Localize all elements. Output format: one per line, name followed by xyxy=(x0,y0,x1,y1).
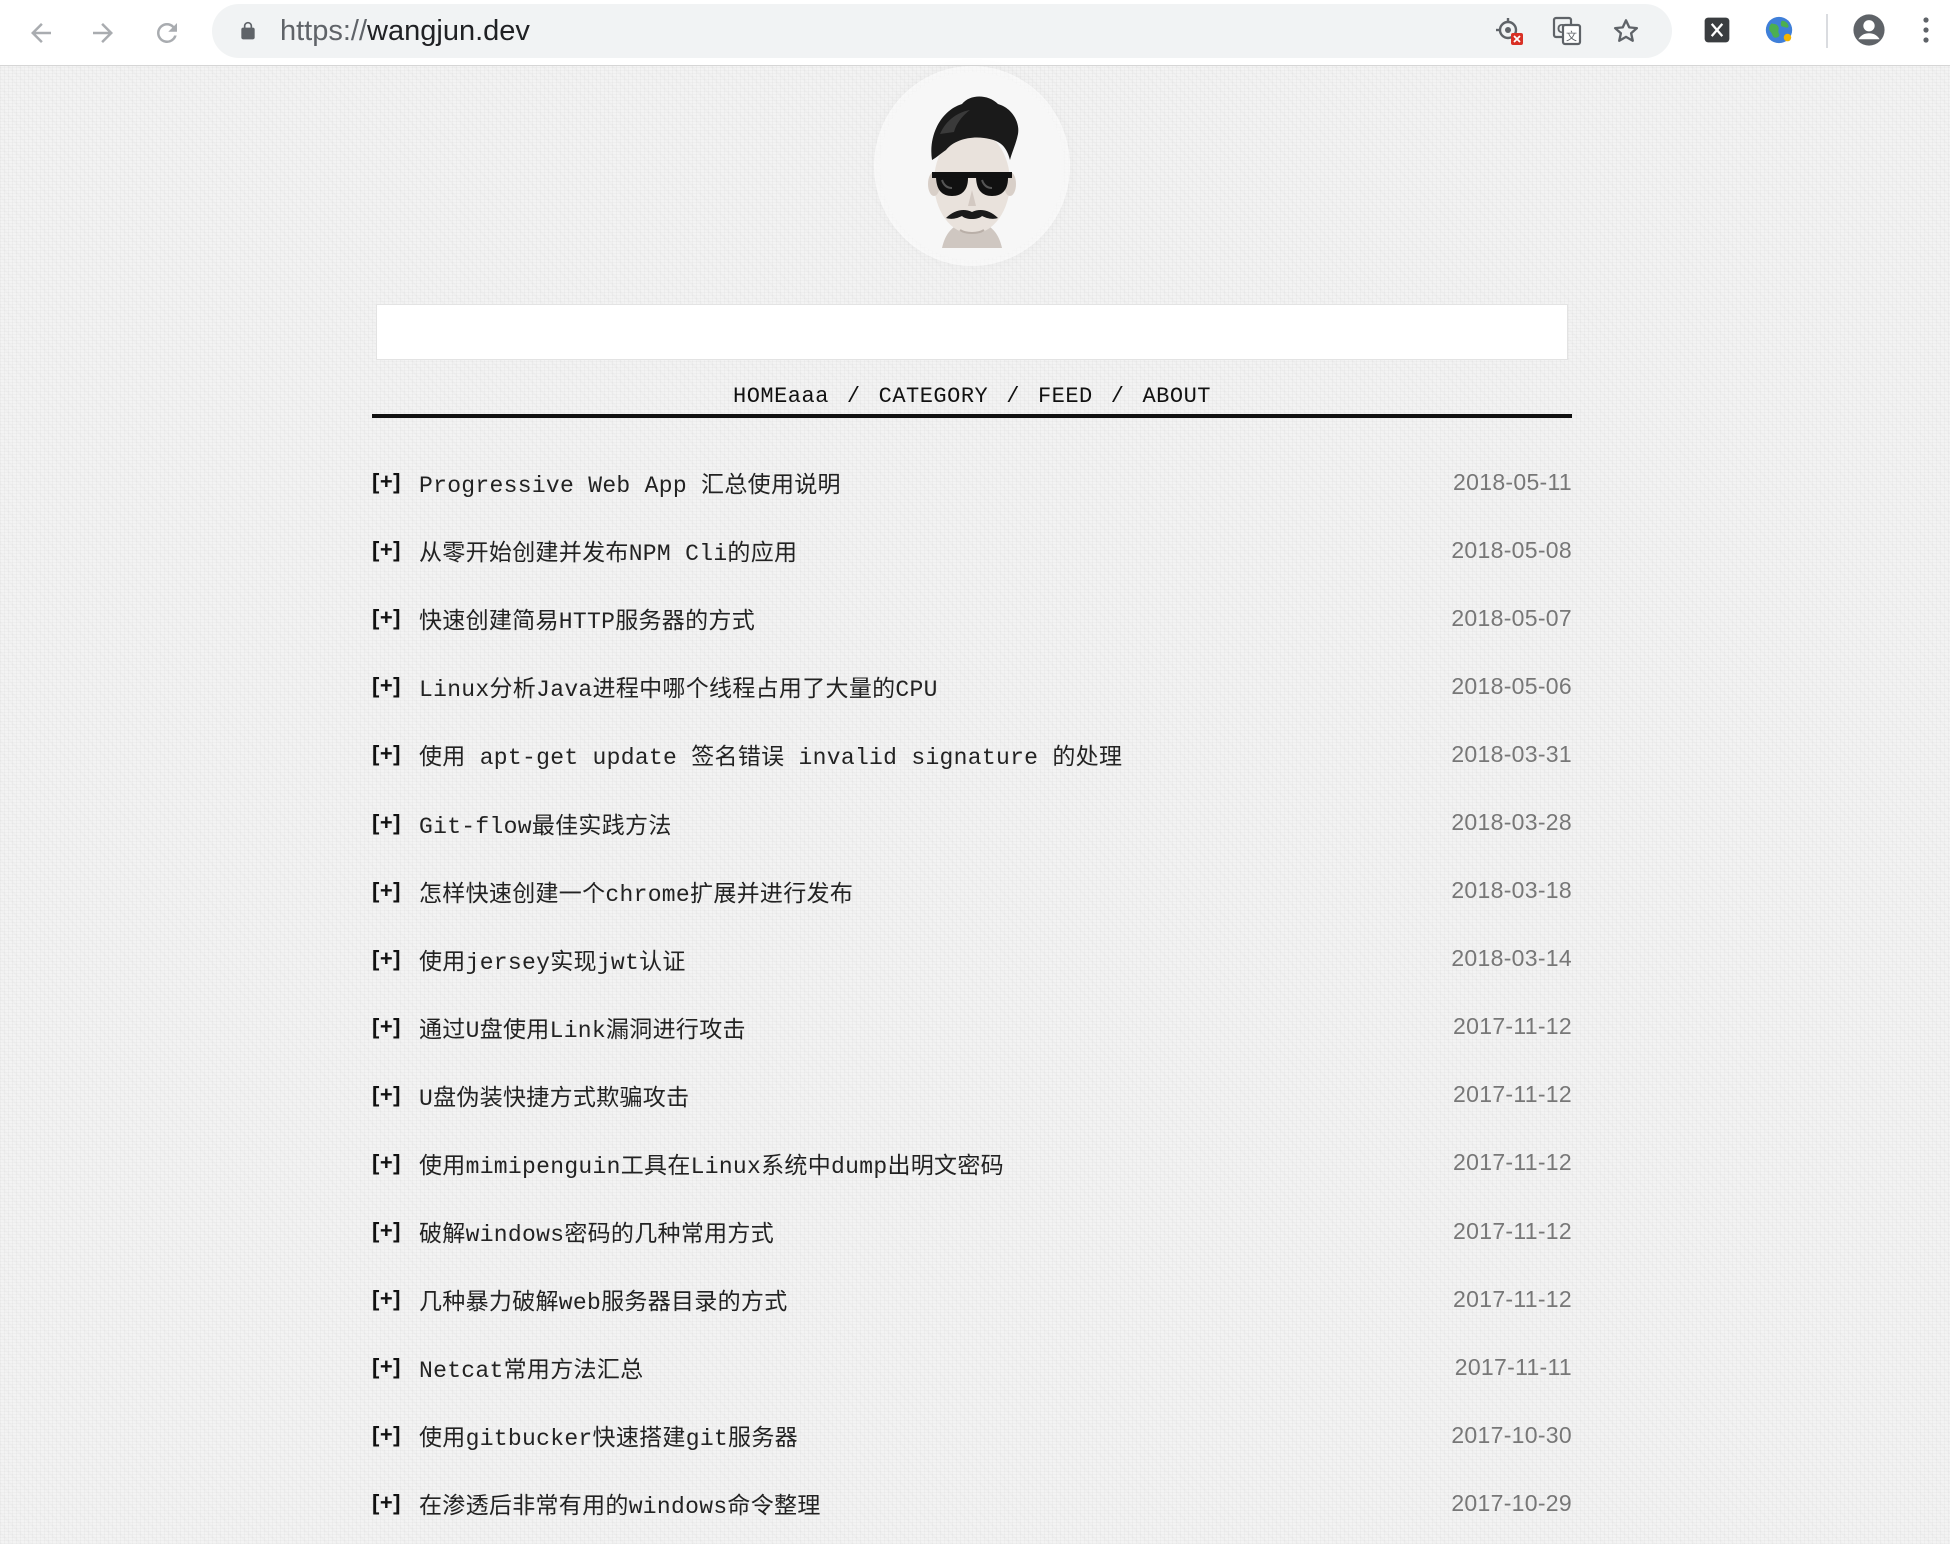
url-text[interactable]: https://wangjun.dev xyxy=(280,4,530,58)
expand-toggle[interactable]: [+] xyxy=(372,469,419,495)
post-date: 2018-03-18 xyxy=(1451,877,1572,904)
expand-toggle[interactable]: [+] xyxy=(372,1490,419,1516)
expand-toggle[interactable]: [+] xyxy=(372,673,419,699)
list-item: [+] 使用gitbucker快速搭建git服务器 2017-10-30 xyxy=(372,1401,1572,1469)
list-item: [+] Progressive Web App 汇总使用说明 2018-05-1… xyxy=(372,448,1572,516)
post-date: 2018-05-06 xyxy=(1451,672,1572,699)
post-date: 2018-05-07 xyxy=(1451,604,1572,631)
post-title-link[interactable]: Progressive Web App 汇总使用说明 xyxy=(419,465,841,499)
back-arrow-icon[interactable] xyxy=(16,8,66,58)
list-item: [+] 怎样快速创建一个chrome扩展并进行发布 2018-03-18 xyxy=(372,857,1572,925)
nav-feed-link[interactable]: FEED xyxy=(1038,384,1093,409)
post-date: 2017-10-30 xyxy=(1451,1421,1572,1448)
expand-toggle[interactable]: [+] xyxy=(372,605,419,631)
browser-toolbar: https://wangjun.dev G 文 xyxy=(0,0,1950,66)
post-title-link[interactable]: 使用 apt-get update 签名错误 invalid signature… xyxy=(419,737,1122,771)
expand-toggle[interactable]: [+] xyxy=(372,1286,419,1312)
address-bar[interactable]: https://wangjun.dev G 文 xyxy=(212,4,1672,58)
list-item: [+] 快速创建简易HTTP服务器的方式 2018-05-07 xyxy=(372,584,1572,652)
search-input[interactable] xyxy=(376,304,1568,360)
post-title-link[interactable]: 通过U盘使用Link漏洞进行攻击 xyxy=(419,1010,746,1044)
post-date: 2018-03-28 xyxy=(1451,809,1572,836)
post-title-link[interactable]: 在渗透后非常有用的windows命令整理 xyxy=(419,1486,821,1520)
list-item: [+] 破解windows密码的几种常用方式 2017-11-12 xyxy=(372,1197,1572,1265)
lock-icon[interactable] xyxy=(238,21,258,41)
nav-separator: / xyxy=(1006,384,1020,409)
avatar-portrait-icon xyxy=(928,96,1019,248)
post-title-link[interactable]: Git-flow最佳实践方法 xyxy=(419,806,672,840)
post-title-link[interactable]: 使用jersey实现jwt认证 xyxy=(419,942,686,976)
forward-arrow-icon[interactable] xyxy=(78,8,128,58)
reload-icon[interactable] xyxy=(142,8,192,58)
post-title-link[interactable]: 使用gitbucker快速搭建git服务器 xyxy=(419,1418,798,1452)
post-title-link[interactable]: Netcat常用方法汇总 xyxy=(419,1350,643,1384)
expand-toggle[interactable]: [+] xyxy=(372,1354,419,1380)
expand-toggle[interactable]: [+] xyxy=(372,1150,419,1176)
post-date: 2018-05-11 xyxy=(1453,468,1572,495)
location-blocked-icon[interactable] xyxy=(1494,16,1524,46)
list-item: [+] 使用mimipenguin工具在Linux系统中dump出明文密码 20… xyxy=(372,1129,1572,1197)
post-date: 2017-11-12 xyxy=(1453,1013,1572,1040)
expand-toggle[interactable]: [+] xyxy=(372,810,419,836)
post-title-link[interactable]: Linux分析Java进程中哪个线程占用了大量的CPU xyxy=(419,669,938,703)
profile-icon[interactable] xyxy=(1852,13,1886,47)
post-title-link[interactable]: 快速创建简易HTTP服务器的方式 xyxy=(419,601,755,635)
expand-toggle[interactable]: [+] xyxy=(372,741,419,767)
translate-icon[interactable]: G 文 xyxy=(1552,16,1582,46)
expand-toggle[interactable]: [+] xyxy=(372,946,419,972)
list-item: [+] 使用 apt-get update 签名错误 invalid signa… xyxy=(372,720,1572,788)
list-item: [+] 在渗透后非常有用的windows命令整理 2017-10-29 xyxy=(372,1469,1572,1537)
nav-home-link[interactable]: HOMEaaa xyxy=(733,384,829,409)
list-item: [+] Netcat常用方法汇总 2017-11-11 xyxy=(372,1333,1572,1401)
post-date: 2018-03-31 xyxy=(1451,740,1572,767)
url-scheme: https:// xyxy=(280,15,368,47)
post-title-link[interactable]: 怎样快速创建一个chrome扩展并进行发布 xyxy=(419,874,853,908)
post-title-link[interactable]: U盘伪装快捷方式欺骗攻击 xyxy=(419,1078,689,1112)
url-host: wangjun.dev xyxy=(367,15,530,47)
globe-extension-icon[interactable] xyxy=(1762,13,1796,47)
expand-toggle[interactable]: [+] xyxy=(372,1422,419,1448)
expand-toggle[interactable]: [+] xyxy=(372,537,419,563)
nav-about-link[interactable]: ABOUT xyxy=(1142,384,1211,409)
list-item: [+] 使用jersey实现jwt认证 2018-03-14 xyxy=(372,925,1572,993)
list-item: [+] 通过U盘使用Link漏洞进行攻击 2017-11-12 xyxy=(372,993,1572,1061)
avatar[interactable] xyxy=(880,72,1064,260)
expand-toggle[interactable]: [+] xyxy=(372,1218,419,1244)
list-item: [+] U盘伪装快捷方式欺骗攻击 2017-11-12 xyxy=(372,1061,1572,1129)
post-title-link[interactable]: 几种暴力破解web服务器目录的方式 xyxy=(419,1282,788,1316)
post-date: 2017-11-12 xyxy=(1453,1081,1572,1108)
post-title-link[interactable]: 从零开始创建并发布NPM Cli的应用 xyxy=(419,533,797,567)
toolbar-divider xyxy=(1826,14,1828,48)
list-item: [+] 几种暴力破解web服务器目录的方式 2017-11-12 xyxy=(372,1265,1572,1333)
star-icon[interactable] xyxy=(1611,16,1641,46)
post-title-link[interactable]: 使用mimipenguin工具在Linux系统中dump出明文密码 xyxy=(419,1146,1004,1180)
svg-text:文: 文 xyxy=(1566,29,1577,43)
nav-divider xyxy=(372,414,1572,418)
post-date: 2017-11-12 xyxy=(1453,1149,1572,1176)
nav-category-link[interactable]: CATEGORY xyxy=(879,384,989,409)
post-date: 2017-11-11 xyxy=(1454,1353,1572,1380)
post-date: 2017-10-29 xyxy=(1451,1489,1572,1516)
expand-toggle[interactable]: [+] xyxy=(372,1082,419,1108)
post-date: 2017-11-12 xyxy=(1453,1285,1572,1312)
list-item: [+] Linux分析Java进程中哪个线程占用了大量的CPU 2018-05-… xyxy=(372,652,1572,720)
nav-separator: / xyxy=(846,384,861,409)
nav-separator: / xyxy=(1110,384,1125,409)
list-item: [+] Git-flow最佳实践方法 2018-03-28 xyxy=(372,788,1572,856)
list-item: [+] 从零开始创建并发布NPM Cli的应用 2018-05-08 xyxy=(372,516,1572,584)
x-extension-icon[interactable] xyxy=(1700,13,1734,47)
post-date: 2018-05-08 xyxy=(1451,536,1572,563)
kebab-menu-icon[interactable] xyxy=(1916,13,1936,47)
post-date: 2017-11-12 xyxy=(1453,1217,1572,1244)
post-title-link[interactable]: 破解windows密码的几种常用方式 xyxy=(419,1214,774,1248)
expand-toggle[interactable]: [+] xyxy=(372,1014,419,1040)
post-date: 2018-03-14 xyxy=(1451,945,1572,972)
expand-toggle[interactable]: [+] xyxy=(372,878,419,904)
post-list: [+] Progressive Web App 汇总使用说明 2018-05-1… xyxy=(372,448,1572,1538)
